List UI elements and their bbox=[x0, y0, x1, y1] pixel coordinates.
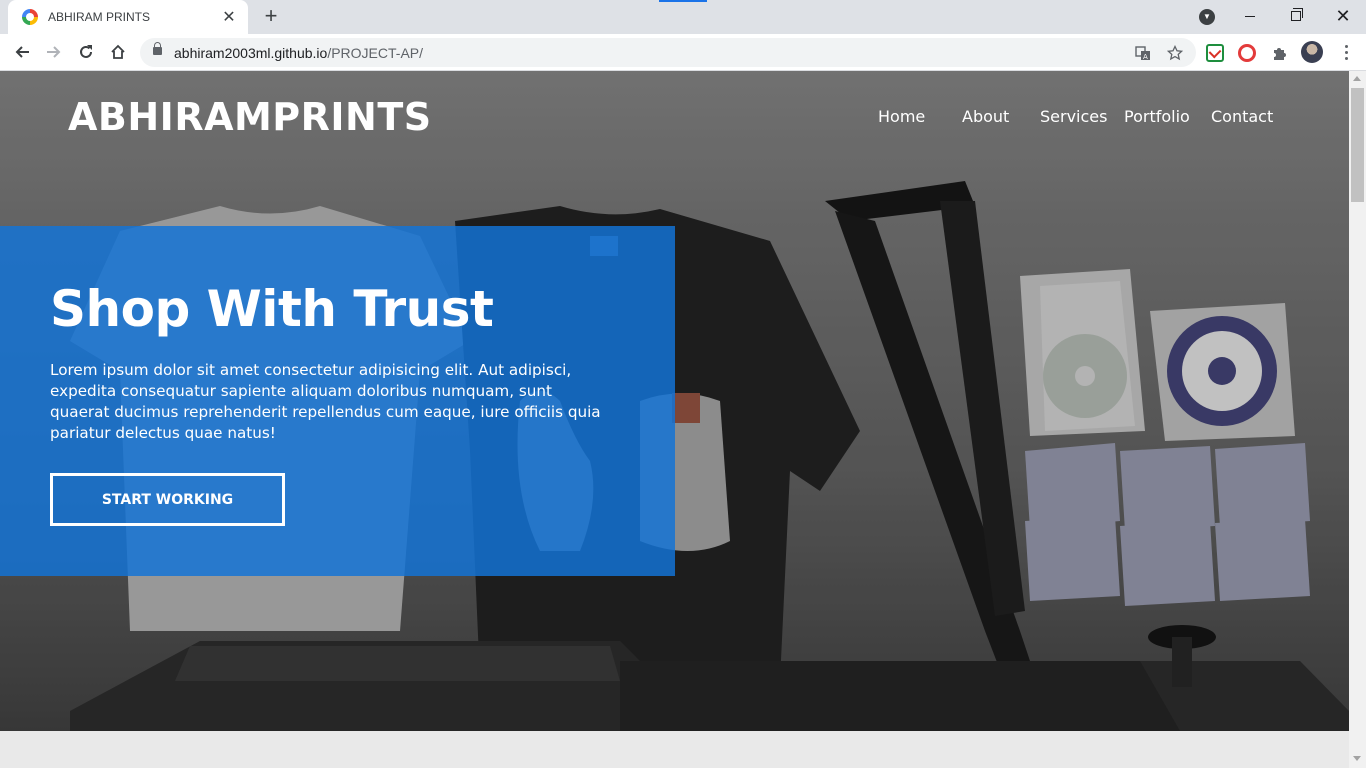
new-tab-button[interactable]: + bbox=[258, 4, 284, 30]
site-logo[interactable]: ABHIRAMPRINTS bbox=[68, 95, 432, 139]
browser-tab[interactable]: ABHIRAM PRINTS ✕ bbox=[8, 0, 248, 34]
pocket-extension-icon[interactable] bbox=[1206, 44, 1224, 62]
scrollbar-thumb[interactable] bbox=[1351, 88, 1364, 202]
restore-icon bbox=[1291, 8, 1303, 21]
home-icon bbox=[111, 44, 125, 59]
minimize-icon bbox=[1245, 15, 1255, 17]
nav-home[interactable]: Home bbox=[878, 107, 925, 126]
restore-button[interactable] bbox=[1273, 0, 1319, 32]
bookmark-star-icon[interactable] bbox=[1164, 42, 1186, 64]
tab-search-icon[interactable]: ▼ bbox=[1199, 9, 1215, 25]
forward-arrow-icon bbox=[47, 46, 61, 58]
close-icon: ✕ bbox=[1335, 5, 1351, 26]
hero-section: ABHIRAMPRINTS Home About Services Portfo… bbox=[0, 71, 1349, 731]
reload-icon bbox=[80, 45, 92, 58]
scroll-up-arrow-icon[interactable] bbox=[1353, 76, 1361, 81]
back-button[interactable] bbox=[8, 38, 36, 66]
tab-close-icon[interactable]: ✕ bbox=[220, 7, 238, 27]
tab-drag-indicator bbox=[659, 0, 707, 2]
nav-contact[interactable]: Contact bbox=[1211, 107, 1273, 126]
close-window-button[interactable]: ✕ bbox=[1320, 0, 1366, 32]
page-viewport: ABHIRAMPRINTS Home About Services Portfo… bbox=[0, 71, 1349, 768]
start-working-button[interactable]: START WORKING bbox=[50, 473, 285, 526]
home-button[interactable] bbox=[104, 38, 132, 66]
browser-menu-icon[interactable] bbox=[1336, 40, 1356, 64]
hero-title: Shop With Trust bbox=[50, 280, 494, 338]
nav-services[interactable]: Services bbox=[1040, 107, 1107, 126]
next-section bbox=[0, 731, 1349, 768]
tab-strip: ABHIRAM PRINTS ✕ + ▼ ✕ bbox=[0, 0, 1366, 34]
extensions-puzzle-icon[interactable] bbox=[1270, 43, 1290, 63]
address-bar[interactable]: abhiram2003ml.github.io/PROJECT-AP/ A bbox=[140, 38, 1196, 67]
url-host: abhiram2003ml.github.io bbox=[174, 45, 328, 61]
opera-extension-icon[interactable] bbox=[1238, 44, 1256, 62]
reload-button[interactable] bbox=[72, 38, 100, 66]
chrome-favicon-icon bbox=[22, 9, 38, 25]
nav-about[interactable]: About bbox=[962, 107, 1009, 126]
nav-portfolio[interactable]: Portfolio bbox=[1124, 107, 1190, 126]
hero-text: Lorem ipsum dolor sit amet consectetur a… bbox=[50, 361, 601, 442]
tab-title: ABHIRAM PRINTS bbox=[48, 10, 151, 24]
translate-icon[interactable]: A bbox=[1132, 42, 1154, 64]
profile-avatar[interactable] bbox=[1301, 41, 1323, 63]
back-arrow-icon bbox=[15, 46, 29, 58]
scroll-down-arrow-icon[interactable] bbox=[1353, 756, 1361, 761]
browser-toolbar: abhiram2003ml.github.io/PROJECT-AP/ A bbox=[0, 34, 1366, 71]
svg-text:A: A bbox=[1143, 53, 1148, 61]
hero-card: Shop With Trust Lorem ipsum dolor sit am… bbox=[0, 226, 675, 576]
page-scrollbar[interactable] bbox=[1349, 71, 1366, 768]
lock-icon[interactable] bbox=[153, 42, 162, 55]
forward-button[interactable] bbox=[40, 38, 68, 66]
minimize-button[interactable] bbox=[1227, 0, 1273, 32]
url-text[interactable]: abhiram2003ml.github.io/PROJECT-AP/ bbox=[174, 45, 423, 61]
url-path: /PROJECT-AP/ bbox=[327, 45, 424, 61]
